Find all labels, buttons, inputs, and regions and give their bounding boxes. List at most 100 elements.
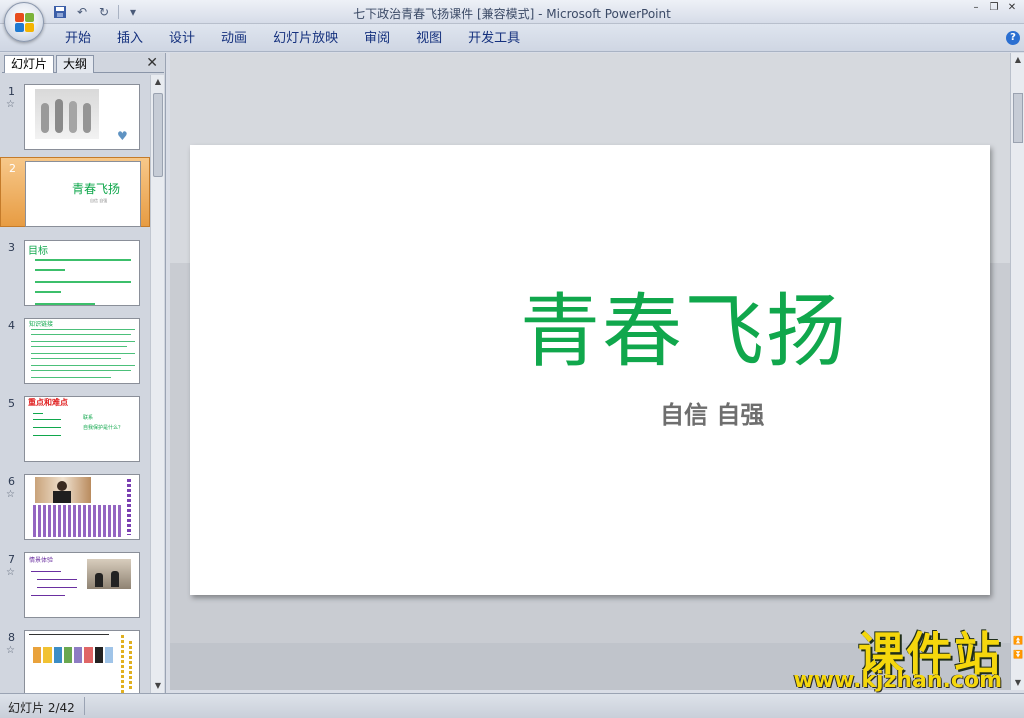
color-bars <box>33 647 113 663</box>
thumb-title: 知识链接 <box>29 321 54 328</box>
thumbnail-item[interactable]: 8 ☆ <box>0 627 150 693</box>
thumbnail-item[interactable]: 3 目标 <box>0 237 150 307</box>
window-title: 七下政治青春飞扬课件 [兼容模式] - Microsoft PowerPoint <box>353 7 671 21</box>
slide-thumbnail: 知识链接 <box>24 318 140 384</box>
text-line <box>37 587 77 588</box>
ribbon: 开始 插入 设计 动画 幻灯片放映 审阅 视图 开发工具 ? <box>0 24 1024 52</box>
thumbnail-item[interactable]: 2 青春飞扬 自信 自强 <box>0 157 150 227</box>
thumb-line: 自我保护是什么？ <box>83 425 124 431</box>
tab-developer[interactable]: 开发工具 <box>455 30 533 48</box>
tab-view[interactable]: 视图 <box>403 30 455 48</box>
status-bar: 幻灯片 2/42 <box>0 693 1024 718</box>
panel-tabs: 幻灯片 大纲 ✕ <box>2 53 164 73</box>
text-block-purple <box>33 505 123 537</box>
thumbnail-item[interactable]: 7 ☆ 情景体验 <box>0 549 150 619</box>
scroll-thumb[interactable] <box>153 93 163 177</box>
vertical-text <box>129 641 132 691</box>
text-line <box>35 281 131 283</box>
text-line <box>33 435 61 436</box>
text-line <box>31 353 135 354</box>
watermark-url: www.kjzhan.com <box>793 668 1002 693</box>
title-bar: ↶ ↻ ▾ 七下政治青春飞扬课件 [兼容模式] - Microsoft Powe… <box>0 0 1024 24</box>
slide-thumbnail <box>24 630 140 693</box>
scroll-up-icon[interactable]: ▲ <box>1011 53 1024 67</box>
transition-star-icon: ☆ <box>6 99 15 110</box>
slide-editing-area: 青春飞扬 自信 自强 <box>170 53 1010 690</box>
slide-scrollbar[interactable]: ▲ ⏫ ⏬ ▼ <box>1010 53 1024 690</box>
text-line <box>31 370 131 371</box>
tab-home[interactable]: 开始 <box>52 30 104 48</box>
slide-title[interactable]: 青春飞扬 <box>520 267 848 383</box>
thumb-title: 目标 <box>28 246 48 257</box>
text-line <box>31 595 65 596</box>
tab-insert[interactable]: 插入 <box>104 30 156 48</box>
thumbnail-item[interactable]: 5 重点和难点 联系 自我保护是什么？ <box>0 393 150 463</box>
slide-subtitle[interactable]: 自信 自强 <box>660 395 764 430</box>
text-line <box>35 259 131 261</box>
transition-star-icon: ☆ <box>6 567 15 578</box>
next-slide-icon[interactable]: ⏬ <box>1011 648 1024 662</box>
tab-slideshow[interactable]: 幻灯片放映 <box>260 30 351 48</box>
close-icon[interactable]: ✕ <box>1006 2 1018 13</box>
thumbnail-item[interactable]: 1 ☆ ♥ <box>0 81 150 151</box>
tab-review[interactable]: 审阅 <box>351 30 403 48</box>
text-line <box>31 377 111 378</box>
tab-animations[interactable]: 动画 <box>208 30 260 48</box>
slide-thumbnail: 目标 <box>24 240 140 306</box>
thumb-line: 联系 <box>83 415 94 421</box>
slide-number: 2 <box>9 162 16 175</box>
text-line <box>33 419 61 420</box>
scroll-down-icon[interactable]: ▼ <box>1011 676 1024 690</box>
text-line <box>31 358 121 359</box>
vertical-text <box>121 635 124 693</box>
slide-thumbnail <box>24 474 140 540</box>
photo-cats <box>87 559 131 589</box>
help-icon[interactable]: ? <box>1006 31 1020 45</box>
scroll-up-icon[interactable]: ▲ <box>151 75 165 89</box>
slide-thumbnail: 重点和难点 联系 自我保护是什么？ <box>24 396 140 462</box>
thumb-title: 情景体验 <box>29 557 54 564</box>
text-line <box>31 571 61 572</box>
thumbnail-item[interactable]: 6 ☆ <box>0 471 150 541</box>
current-slide[interactable]: 青春飞扬 自信 自强 <box>190 145 990 595</box>
status-divider <box>84 697 85 715</box>
scroll-thumb[interactable] <box>1013 93 1023 143</box>
text-line <box>33 413 43 414</box>
restore-icon[interactable]: ❐ <box>988 2 1000 13</box>
text-line <box>31 341 135 342</box>
minimize-icon[interactable]: – <box>970 2 982 13</box>
text-line <box>31 346 127 347</box>
thumbnail-scrollbar[interactable]: ▲ ▼ <box>150 75 164 693</box>
slide-number: 6 <box>8 475 15 488</box>
transition-star-icon: ☆ <box>6 645 15 656</box>
heart-icon: ♥ <box>117 129 128 143</box>
text-line <box>35 291 61 293</box>
thumb-title: 青春飞扬 <box>72 182 121 196</box>
scroll-down-icon[interactable]: ▼ <box>151 679 165 693</box>
slide-number: 8 <box>8 631 15 644</box>
prev-slide-icon[interactable]: ⏫ <box>1011 634 1024 648</box>
slide-number: 4 <box>8 319 15 332</box>
text-line <box>31 329 135 330</box>
tab-design[interactable]: 设计 <box>156 30 208 48</box>
text-line <box>35 269 65 271</box>
office-button[interactable] <box>4 2 44 42</box>
text-line <box>31 334 131 335</box>
slide-thumbnail: 情景体验 <box>24 552 140 618</box>
slide-number: 1 <box>8 85 15 98</box>
slides-panel: 幻灯片 大纲 ✕ 1 ☆ ♥ 2 青春飞扬 自信 自强 3 目标 4 知识链接 … <box>0 53 166 693</box>
tab-slides[interactable]: 幻灯片 <box>4 55 55 73</box>
slide-number: 7 <box>8 553 15 566</box>
tab-outline[interactable]: 大纲 <box>56 55 95 73</box>
slide-thumbnail: ♥ <box>24 84 140 150</box>
thumbnail-item[interactable]: 4 知识链接 <box>0 315 150 385</box>
text-line <box>33 427 61 428</box>
close-icon[interactable]: ✕ <box>146 55 158 71</box>
text-line <box>37 579 77 580</box>
thumb-title: 重点和难点 <box>28 398 68 407</box>
slide-thumbnail: 青春飞扬 自信 自强 <box>25 161 141 227</box>
text-line <box>31 365 135 366</box>
text-line <box>29 634 109 635</box>
slide-number: 3 <box>8 241 15 254</box>
text-line <box>35 303 95 305</box>
